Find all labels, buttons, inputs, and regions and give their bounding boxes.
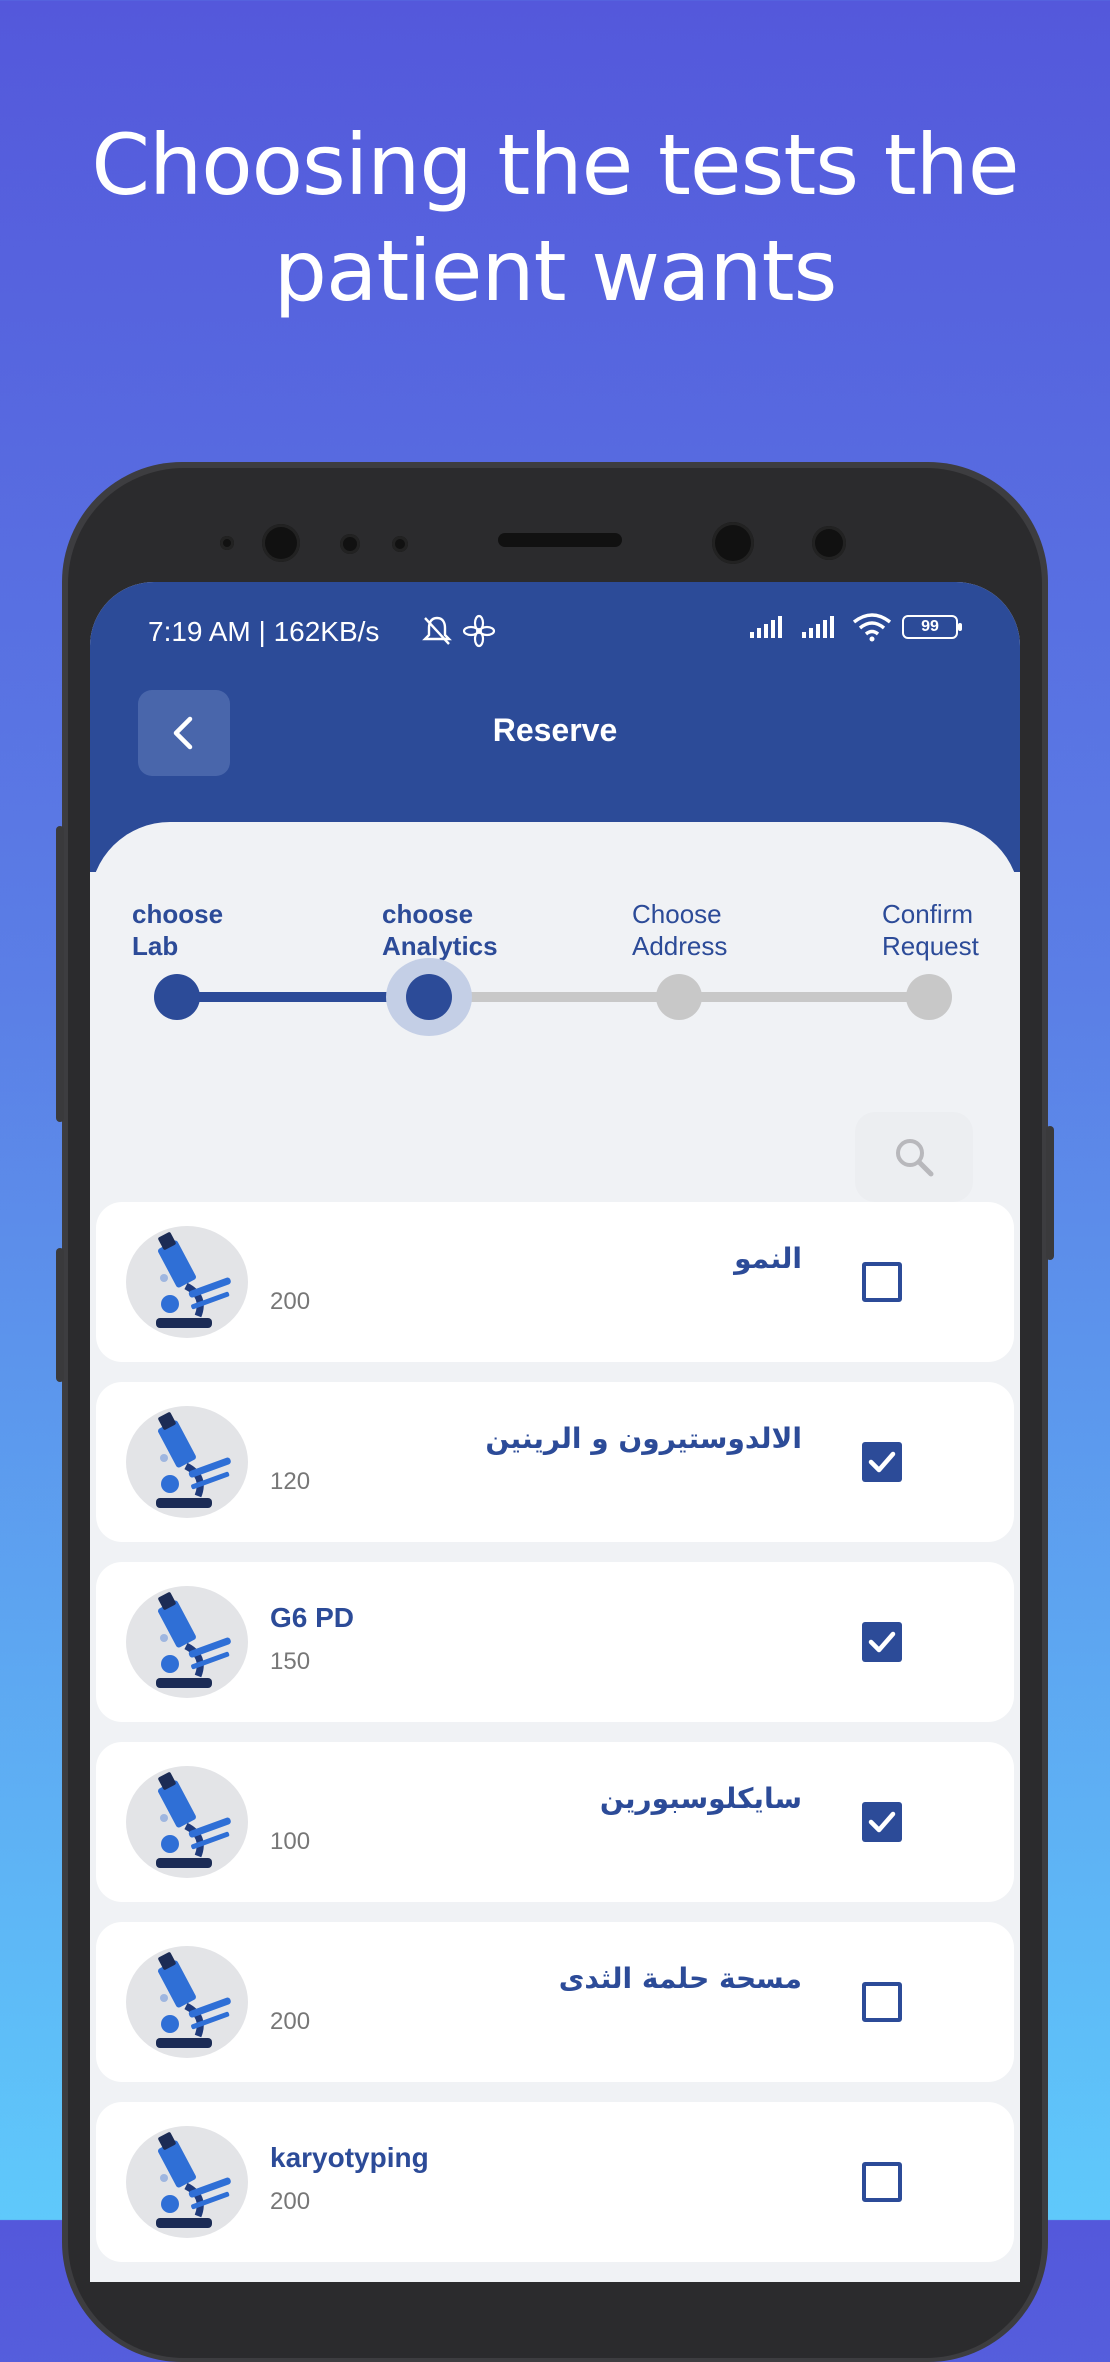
- test-card[interactable]: النمو 200: [96, 1202, 1014, 1362]
- step-label-analytics[interactable]: choose Analytics: [382, 898, 498, 962]
- test-name: karyotyping: [270, 2142, 429, 2173]
- wifi-icon: [852, 613, 892, 642]
- microscope-icon: [126, 1226, 248, 1338]
- sensor-dot: [392, 536, 408, 552]
- test-checkbox-unchecked[interactable]: [862, 1262, 902, 1302]
- microscope-icon: [126, 1946, 248, 2058]
- front-camera: [712, 522, 754, 564]
- sensor-dot: [812, 526, 846, 560]
- battery-level: 99: [921, 618, 939, 635]
- status-time: 7:19 AM | 162KB/s: [148, 616, 380, 647]
- sensor-dot: [340, 534, 360, 554]
- step-dot-pending: [656, 974, 702, 1020]
- test-price: 200: [270, 2188, 311, 2215]
- test-name: مسحة حلمة الثدى: [558, 1962, 802, 1995]
- test-name: النمو: [734, 1242, 802, 1275]
- test-checkbox-checked[interactable]: [862, 1442, 902, 1482]
- mute-icon: [422, 616, 452, 645]
- check-icon: [868, 1811, 896, 1833]
- test-price: 100: [270, 1828, 311, 1855]
- signal-icon: [750, 616, 782, 638]
- step-dot-done: [154, 974, 200, 1020]
- microscope-icon: [126, 1586, 248, 1698]
- test-price: 150: [270, 1648, 311, 1675]
- test-card[interactable]: سايكلوسبورين 100: [96, 1742, 1014, 1902]
- test-price: 200: [270, 1288, 311, 1315]
- side-button: [56, 1248, 64, 1382]
- search-icon: [896, 1139, 934, 1177]
- side-button: [56, 826, 64, 1122]
- microscope-icon: [126, 1766, 248, 1878]
- status-icons: 99: [748, 612, 962, 642]
- step-label-confirm[interactable]: Confirm Request: [882, 898, 979, 962]
- check-icon: [868, 1631, 896, 1653]
- test-price: 120: [270, 1468, 311, 1495]
- test-name: الالدوستيرون و الرينين: [485, 1422, 802, 1455]
- test-checkbox-unchecked[interactable]: [862, 1982, 902, 2022]
- step-dot-current: [406, 974, 452, 1020]
- side-button: [1046, 1126, 1054, 1260]
- headline: Choosing the tests the patient wants: [0, 112, 1110, 324]
- front-camera: [262, 524, 300, 562]
- test-card[interactable]: مسحة حلمة الثدى 200: [96, 1922, 1014, 2082]
- headline-line-2: patient wants: [273, 222, 838, 320]
- test-name: G6 PD: [270, 1602, 355, 1633]
- test-checkbox-checked[interactable]: [862, 1802, 902, 1842]
- microscope-icon: [126, 1406, 248, 1518]
- test-price: 200: [270, 2008, 311, 2035]
- earpiece-speaker: [498, 533, 622, 547]
- test-card[interactable]: G6 PD 150: [96, 1562, 1014, 1722]
- battery-icon: 99: [902, 615, 962, 639]
- step-label-lab[interactable]: choose Lab: [132, 898, 223, 962]
- test-card[interactable]: الالدوستيرون و الرينين 120: [96, 1382, 1014, 1542]
- test-card[interactable]: karyotyping 200: [96, 2102, 1014, 2262]
- step-dot-pending: [906, 974, 952, 1020]
- test-name: سايكلوسبورين: [599, 1782, 802, 1815]
- page-title: Reserve: [492, 712, 618, 748]
- headline-line-1: Choosing the tests the: [91, 116, 1019, 214]
- test-checkbox-checked[interactable]: [862, 1622, 902, 1662]
- content-panel: choose Lab choose Analytics Choose Address …: [90, 822, 1020, 2282]
- step-label-address[interactable]: Choose Address: [632, 898, 727, 962]
- microscope-icon: [126, 2126, 248, 2238]
- check-icon: [868, 1451, 896, 1473]
- signal-icon: [802, 616, 834, 638]
- app-screen: 7:19 AM | 162KB/s 99 Reserve choose Lab …: [90, 582, 1020, 2282]
- fan-icon: [462, 614, 496, 648]
- sensor-dot: [220, 536, 234, 550]
- test-checkbox-unchecked[interactable]: [862, 2162, 902, 2202]
- search-button[interactable]: [855, 1112, 973, 1202]
